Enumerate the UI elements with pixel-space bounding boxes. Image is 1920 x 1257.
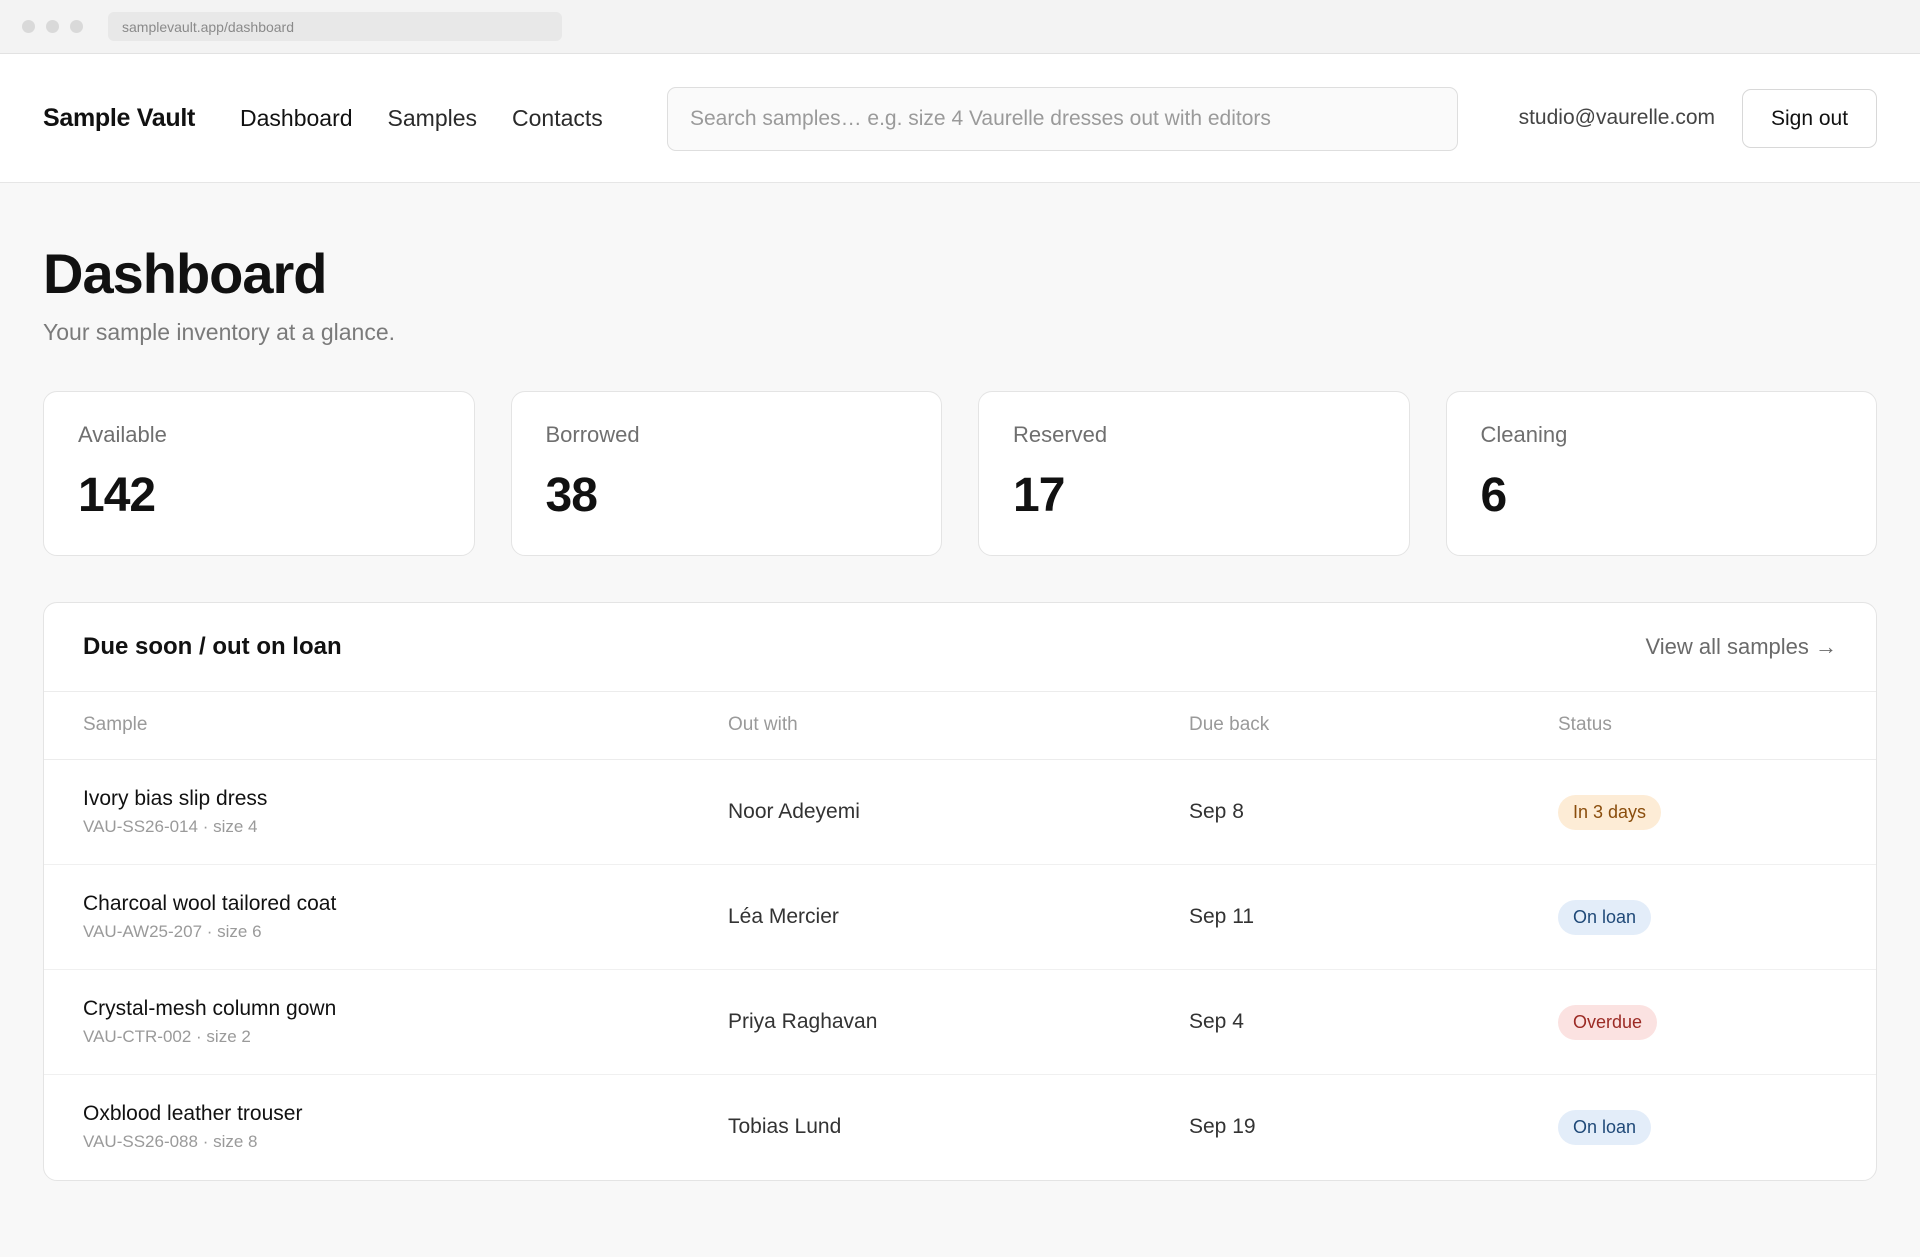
status-cell: In 3 days [1558,759,1876,866]
column-header-sample: Sample [44,691,728,761]
sign-out-button[interactable]: Sign out [1742,89,1877,148]
sample-meta: VAU-AW25-207 · size 6 [83,922,262,942]
out-with-cell: Priya Raghavan [728,969,1189,1076]
window-zoom-dot[interactable] [70,20,83,33]
status-badge: On loan [1558,1109,1652,1145]
stat-value: 17 [1013,468,1065,522]
status-badge: Overdue [1558,1004,1658,1040]
sample-meta: VAU-SS26-014 · size 4 [83,817,258,837]
sample-cell: Oxblood leather trouser VAU-SS26-088 · s… [44,1075,728,1180]
sample-cell: Ivory bias slip dress VAU-SS26-014 · siz… [44,759,728,866]
nav-dashboard[interactable]: Dashboard [240,105,353,132]
table-row[interactable]: Ivory bias slip dress VAU-SS26-014 · siz… [44,759,1876,866]
sample-cell: Charcoal wool tailored coat VAU-AW25-207… [44,864,728,971]
column-header-status: Status [1558,691,1876,761]
sample-name: Charcoal wool tailored coat [83,892,337,916]
table-row[interactable]: Crystal-mesh column gown VAU-CTR-002 · s… [44,969,1876,1076]
out-with-cell: Tobias Lund [728,1115,842,1139]
due-back-cell: Sep 8 [1189,759,1558,866]
sample-cell: Crystal-mesh column gown VAU-CTR-002 · s… [44,969,728,1076]
column-header-due-back: Due back [1189,691,1558,761]
status-badge: In 3 days [1558,794,1662,830]
nav-contacts[interactable]: Contacts [512,105,603,132]
loans-table: Sample Out with Due back Status Ivory bi… [44,691,1876,1180]
main-content: Dashboard Your sample inventory at a gla… [0,243,1920,1181]
out-with-cell: Léa Mercier [728,864,1189,971]
due-back-cell: Sep 11 [1189,864,1558,971]
stat-card-cleaning: Cleaning 6 [1445,390,1877,556]
top-header: Sample Vault Dashboard Samples Contacts … [0,54,1920,183]
due-back-cell: Sep 4 [1189,969,1558,1076]
status-badge: On loan [1558,899,1652,935]
sample-name: Oxblood leather trouser [83,1102,303,1126]
stat-label: Available [78,421,167,447]
sample-meta: VAU-SS26-088 · size 8 [83,1132,258,1152]
panel-title: Due soon / out on loan [83,632,342,660]
browser-chrome: samplevault.app/dashboard [0,0,1920,54]
sample-name: Ivory bias slip dress [83,787,268,811]
stats-row: Available 142 Borrowed 38 Reserved 17 Cl… [43,390,1877,556]
address-bar[interactable]: samplevault.app/dashboard [108,12,562,41]
status-cell: Overdue [1558,969,1876,1076]
column-header-out-with: Out with [728,691,1189,761]
stat-value: 6 [1480,468,1508,522]
main-nav: Dashboard Samples Contacts [240,105,638,132]
window-minimize-dot[interactable] [46,20,59,33]
view-all-samples-link[interactable]: View all samples → [1645,634,1837,660]
page-subtitle: Your sample inventory at a glance. [43,318,396,345]
stat-card-available: Available 142 [43,390,475,556]
stat-value: 142 [78,468,156,522]
brand-logo[interactable]: Sample Vault [43,104,195,133]
stat-label: Borrowed [545,421,640,447]
status-cell: On loan [1558,864,1876,971]
stat-card-borrowed: Borrowed 38 [510,390,942,556]
stat-card-reserved: Reserved 17 [978,390,1410,556]
stat-label: Cleaning [1480,421,1568,447]
table-row[interactable]: Charcoal wool tailored coat VAU-AW25-207… [44,864,1876,971]
nav-samples[interactable]: Samples [388,105,477,132]
stat-value: 38 [545,468,598,522]
sample-meta: VAU-CTR-002 · size 2 [83,1027,251,1047]
stat-label: Reserved [1013,421,1108,447]
user-email: studio@vaurelle.com [1518,106,1715,129]
out-with-cell: Noor Adeyemi [728,759,1189,866]
loans-panel: Due soon / out on loan View all samples … [43,601,1877,1181]
table-row[interactable]: Oxblood leather trouser VAU-SS26-088 · s… [44,1075,1876,1180]
status-cell: On loan [1558,1075,1876,1180]
due-back-cell: Sep 19 [1189,1115,1256,1139]
sample-name: Crystal-mesh column gown [83,997,337,1021]
table-header-row: Sample Out with Due back Status [44,691,1876,761]
search-input[interactable] [667,87,1458,151]
page-title: Dashboard [43,242,328,305]
window-close-dot[interactable] [22,20,35,33]
panel-header: Due soon / out on loan View all samples … [44,603,1876,692]
